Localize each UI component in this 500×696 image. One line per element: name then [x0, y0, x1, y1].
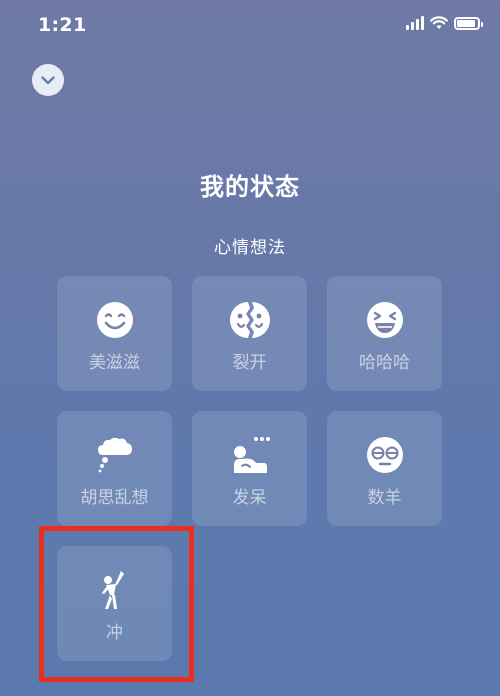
thought-bubble-icon	[97, 437, 132, 473]
mood-label: 胡思乱想	[80, 488, 149, 508]
collapse-button[interactable]	[32, 64, 64, 96]
status-bar: 1:21	[0, 0, 500, 50]
mood-tile-meizizi[interactable]: 美滋滋	[57, 276, 172, 391]
mood-label: 哈哈哈	[359, 353, 410, 373]
mood-tile-hahaha[interactable]: 哈哈哈	[327, 276, 442, 391]
mood-label: 裂开	[232, 353, 267, 373]
daydreaming-icon	[233, 437, 270, 473]
highlight-frame	[39, 526, 194, 682]
laughing-face-icon	[366, 302, 403, 338]
cellular-signal-icon	[406, 16, 424, 30]
mood-label: 数羊	[367, 488, 402, 508]
status-icons	[406, 16, 483, 30]
section-title: 心情想法	[214, 238, 286, 258]
mood-tile-fadai[interactable]: 发呆	[192, 411, 307, 526]
wifi-icon	[430, 16, 448, 29]
page-title: 我的状态	[200, 173, 300, 201]
sleepy-face-icon	[366, 437, 403, 473]
mood-label: 发呆	[232, 488, 267, 508]
status-time: 1:21	[38, 14, 87, 36]
mood-label: 美滋滋	[89, 353, 140, 373]
split-face-icon	[229, 302, 270, 338]
smiling-face-icon	[96, 302, 133, 338]
chevron-down-icon	[41, 75, 55, 84]
battery-icon	[454, 16, 483, 30]
mood-tile-husiluanxiang[interactable]: 胡思乱想	[57, 411, 172, 526]
mood-tile-liekai[interactable]: 裂开	[192, 276, 307, 391]
mood-tile-shuyang[interactable]: 数羊	[327, 411, 442, 526]
